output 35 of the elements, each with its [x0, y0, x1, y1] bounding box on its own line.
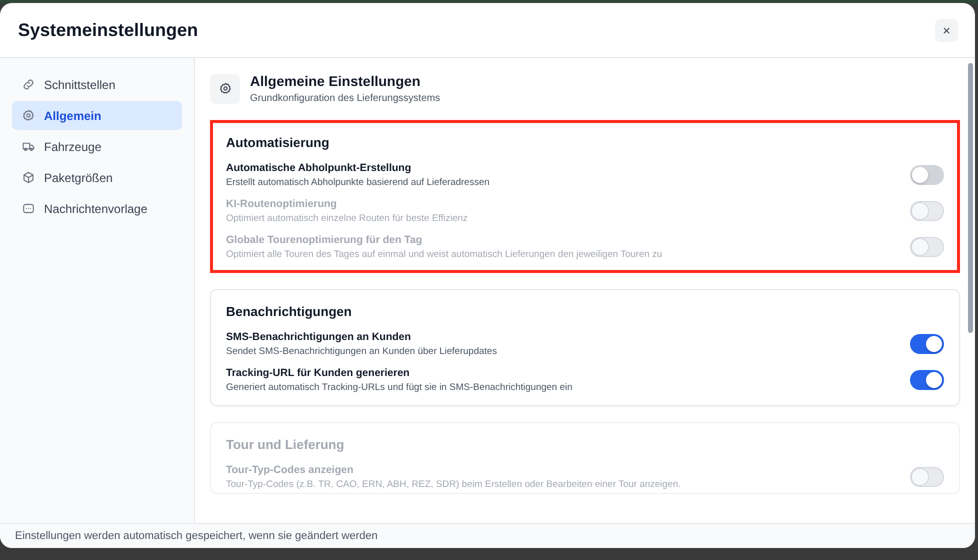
setting-label: KI-Routenoptimierung — [226, 198, 338, 210]
section-title: Benachrichtigungen — [226, 304, 353, 319]
toggle-switch[interactable] — [910, 334, 944, 354]
sidebar-item[interactable]: Schnittstellen — [12, 70, 182, 99]
cube-icon — [22, 171, 35, 184]
setting-description: Tour-Typ-Codes (z.B. TR, CAO, ERN, ABH, REZ, SDR) beim Erstellen oder Bearbeiten einer Tour anzeigen. — [226, 479, 681, 490]
setting-label: Globale Tourenoptimierung für den Tag — [226, 234, 424, 246]
setting-description: Optimiert alle Touren des Tages auf einmal und weist automatisch Lieferungen den jeweiligen Touren zu — [226, 249, 662, 260]
setting-description: Optimiert automatisch einzelne Routen für beste Effizienz — [226, 213, 468, 224]
section-title: Automatisierung — [226, 135, 330, 150]
sidebar-item[interactable]: Nachrichtenvorlage — [12, 194, 182, 223]
truck-icon — [22, 140, 35, 153]
close-button[interactable]: × — [935, 18, 958, 42]
settings-icon — [210, 74, 240, 104]
toggle-switch[interactable] — [910, 165, 944, 185]
setting-label: SMS-Benachrichtigungen an Kunden — [226, 331, 412, 343]
message-icon — [22, 202, 35, 215]
toggle-switch[interactable] — [910, 370, 944, 390]
dialog-title: Systemeinstellungen — [18, 20, 198, 40]
gear-icon — [22, 109, 35, 122]
setting-label: Tour-Typ-Codes anzeigen — [226, 464, 354, 476]
setting-description: Erstellt automatisch Abholpunkte basierend auf Lieferadressen — [226, 177, 490, 188]
sidebar-item[interactable]: Allgemein — [12, 101, 182, 130]
sidebar-item[interactable]: Fahrzeuge — [12, 132, 182, 161]
setting-description: Generiert automatisch Tracking-URLs und fügt sie in SMS-Benachrichtigungen ein — [226, 382, 572, 393]
page-subtitle: Grundkonfiguration des Lieferungssystems — [250, 93, 440, 104]
section-title: Tour und Lieferung — [226, 437, 346, 452]
footer-note: Einstellungen werden automatisch gespeichert, wenn sie geändert werden — [0, 523, 975, 548]
setting-description: Sendet SMS-Benachrichtigungen an Kunden über Lieferupdates — [226, 346, 497, 357]
setting-label: Automatische Abholpunkt-Erstellung — [226, 162, 412, 174]
page-title: Allgemeine Einstellungen — [250, 73, 422, 89]
link-icon — [22, 78, 35, 91]
scrollbar-thumb[interactable] — [968, 63, 973, 333]
setting-label: Tracking-URL für Kunden generieren — [226, 367, 411, 379]
sidebar-item[interactable]: Paketgrößen — [12, 163, 182, 192]
